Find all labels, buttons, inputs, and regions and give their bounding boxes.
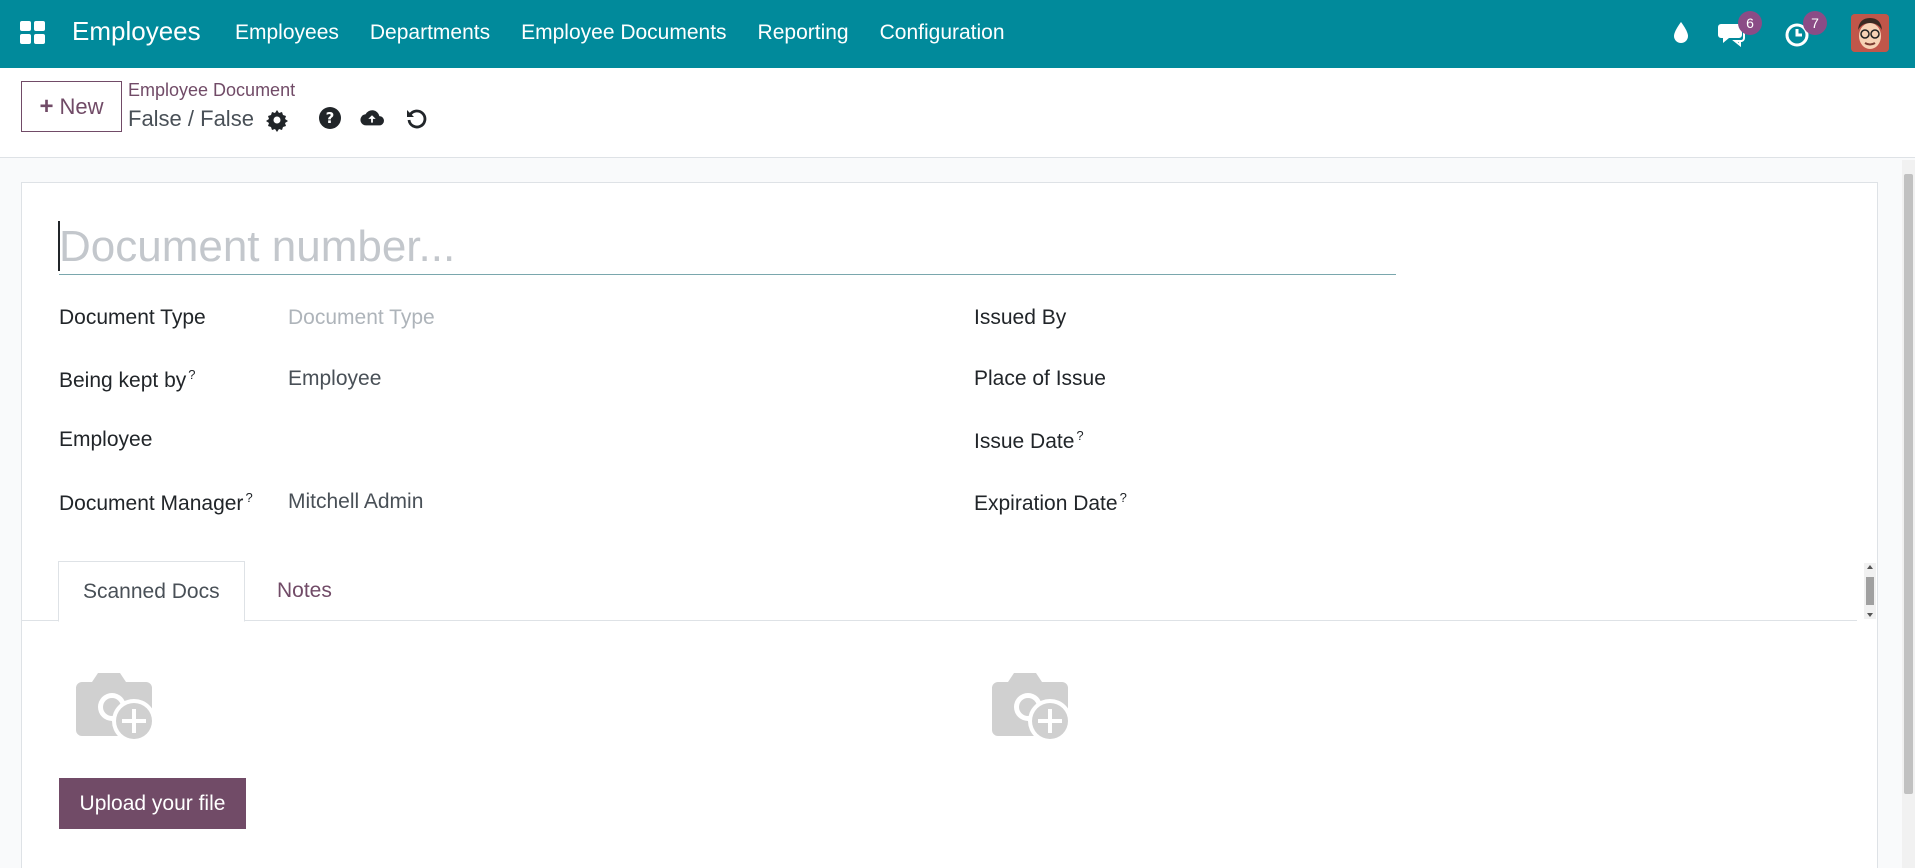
document-manager-label: Document Manager? [59,490,253,516]
help-mark[interactable]: ? [245,490,252,505]
place-of-issue-label: Place of Issue [974,367,1106,390]
user-avatar[interactable] [1851,14,1889,52]
notebook-tabs: Scanned Docs Notes [22,561,1857,622]
document-manager-field[interactable]: Mitchell Admin [288,490,423,514]
expiration-date-label: Expiration Date? [974,490,1127,516]
menu-employees[interactable]: Employees [235,21,339,45]
plus-icon: + [39,92,54,120]
messages-badge: 6 [1738,11,1762,35]
kept-by-label-text: Being kept by [59,369,187,392]
help-mark[interactable]: ? [1120,490,1127,505]
issued-by-field[interactable] [1202,299,1802,335]
document-manager-label-text: Document Manager [59,492,244,515]
drop-icon[interactable] [1672,21,1690,45]
issue-date-label-text: Issue Date [974,430,1075,453]
menu-reporting[interactable]: Reporting [758,21,849,45]
document-type-field[interactable]: Document Type [288,306,435,330]
camera-add-icon[interactable] [986,665,1078,745]
tab-scanned-docs[interactable]: Scanned Docs [58,561,245,622]
help-mark[interactable]: ? [188,367,195,382]
breadcrumb[interactable]: Employee Document [128,80,295,101]
cloud-upload-icon[interactable] [360,106,384,130]
help-mark[interactable]: ? [1076,428,1083,443]
issue-date-field[interactable] [1202,421,1802,457]
control-panel: + New Employee Document False / False ? [0,68,1915,158]
record-title: False / False [128,106,254,131]
place-of-issue-field[interactable] [1202,360,1802,396]
new-button-label: New [59,93,104,119]
camera-add-icon[interactable] [70,665,162,745]
text-cursor [58,221,60,271]
gear-icon[interactable] [265,108,289,132]
issued-by-label: Issued By [974,306,1067,329]
app-name[interactable]: Employees [72,16,201,47]
expiration-date-field[interactable] [1202,483,1802,519]
page-scrollbar-thumb[interactable] [1904,174,1913,794]
employee-field[interactable] [288,421,888,457]
svg-text:?: ? [326,109,335,127]
apps-grid-icon[interactable] [20,21,46,45]
document-type-label: Document Type [59,306,206,329]
issue-date-label: Issue Date? [974,428,1084,454]
main-menu: Employees Departments Employee Documents… [235,21,1036,45]
menu-employee-documents[interactable]: Employee Documents [521,21,726,45]
page-scrollbar[interactable] [1902,160,1915,868]
form-sheet: Document Type Document Type Being kept b… [21,182,1878,868]
menu-configuration[interactable]: Configuration [880,21,1005,45]
menu-departments[interactable]: Departments [370,21,490,45]
tabs-scrollbar[interactable] [1864,563,1876,619]
help-icon[interactable]: ? [318,106,342,130]
kept-by-label: Being kept by? [59,367,196,393]
undo-icon[interactable] [405,106,429,130]
tab-notes[interactable]: Notes [253,561,356,621]
document-number-input[interactable] [59,219,1396,275]
kept-by-field[interactable]: Employee [288,367,381,391]
activities-badge: 7 [1803,11,1827,35]
expiration-date-label-text: Expiration Date [974,492,1118,515]
top-navbar: Employees Employees Departments Employee… [0,0,1915,68]
upload-file-button[interactable]: Upload your file [59,778,246,829]
new-button[interactable]: + New [21,81,122,132]
employee-label: Employee [59,428,153,451]
